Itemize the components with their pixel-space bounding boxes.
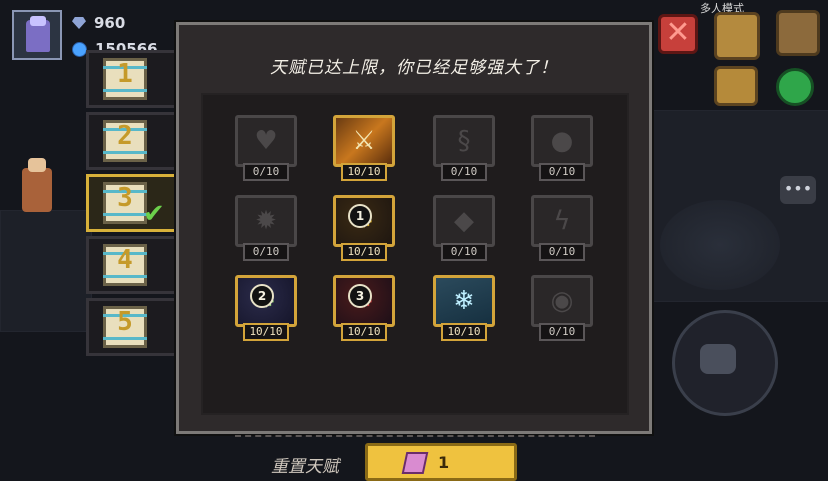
talent-frame: ⚔ [333,115,395,167]
frost-icon: ❄ [453,286,475,316]
level-tab-number: 4 [117,245,133,275]
talent-frame: ⚙1 [333,195,395,247]
gem-icon [72,17,86,29]
green-face-icon[interactable] [776,68,814,106]
talent-frame: ⚙3 [333,275,395,327]
talent-level: 0/10 [243,163,289,181]
talent-level: 10/10 [341,243,387,261]
talent-badge: 3 [348,284,372,308]
level-tab-3[interactable]: 3 ✔ [86,174,180,232]
talent-slot[interactable]: ◉ 0/10 [531,275,593,345]
talent-grid: ♥0/10⚔10/10§0/10●0/10✹0/10⚙110/10◆0/10ϟ0… [201,93,629,481]
divider [235,435,595,437]
talent-level: 0/10 [243,243,289,261]
crystal-icon [401,452,429,474]
panel-title: 天赋已达上限，你已经足够强大了！ [270,58,558,78]
talent-slot[interactable]: ✹ 0/10 [235,195,297,265]
level-tab-5[interactable]: 5 [86,298,180,356]
talent-frame: ◆ [433,195,495,247]
talent-slot[interactable]: ⚙110/10 [333,195,395,265]
gem-counter: 960 [72,14,125,32]
multiplayer-button[interactable] [714,12,760,60]
talent-frame: ◉ [531,275,593,327]
talent-slot[interactable]: § 0/10 [433,115,495,185]
coin-icon [72,41,87,57]
level-tab-number: 2 [117,121,133,151]
sword-icon: ⚔ [352,126,376,156]
level-tab-1[interactable]: 1 [86,50,180,108]
reset-talent-button[interactable]: 1 [365,443,517,481]
talent-frame: ϟ [531,195,593,247]
player-avatar[interactable] [12,10,62,60]
talent-badge: 1 [348,204,372,228]
floor-shadow [660,200,780,290]
talent-slot[interactable]: ⚙310/10 [333,275,395,345]
diamond-icon: ◆ [454,206,474,236]
talent-slot[interactable]: ❄ 10/10 [433,275,495,345]
level-tab-number: 3 [117,183,133,213]
talent-slot[interactable]: ϟ 0/10 [531,195,593,265]
trophy-icon[interactable] [714,66,758,106]
gift-icon[interactable] [776,10,820,56]
talent-frame: ❄ [433,275,495,327]
talent-level: 0/10 [441,243,487,261]
talent-slot[interactable]: ⚙210/10 [235,275,297,345]
talent-frame: ⚙2 [235,275,297,327]
talent-level: 0/10 [539,163,585,181]
talent-slot[interactable]: ♥ 0/10 [235,115,297,185]
emote-button[interactable] [700,344,736,374]
talent-level: 0/10 [539,243,585,261]
talent-slot[interactable]: ● 0/10 [531,115,593,185]
talent-panel: 天赋已达上限，你已经足够强大了！ ♥ 0/10 ⚔ 10/10 § 0/10 ● 0/10 ✹ 0… [174,20,654,481]
close-button[interactable]: ✕ [658,14,698,54]
talent-level: 0/10 [539,323,585,341]
talent-frame: ♥ [235,115,297,167]
level-tab-4[interactable]: 4 [86,236,180,294]
gem-count: 960 [94,14,126,32]
chat-bubble-icon[interactable]: ••• [780,176,816,204]
heart-icon: ♥ [254,126,278,156]
lightning-icon: ϟ [553,206,571,236]
swirl-icon: § [457,126,471,156]
talent-frame: ✹ [235,195,297,247]
player-character [22,158,52,212]
talent-level: 10/10 [243,323,289,341]
reset-cost: 1 [438,453,450,472]
talent-level: 10/10 [441,323,487,341]
bomb-icon: ✹ [255,206,277,236]
talent-slot[interactable]: ◆ 0/10 [433,195,495,265]
talent-level: 10/10 [341,163,387,181]
talent-frame: § [433,115,495,167]
eye-icon: ◉ [550,286,574,316]
drop-icon: ● [550,126,574,156]
talent-level: 10/10 [341,323,387,341]
talent-frame: ● [531,115,593,167]
talent-level: 0/10 [441,163,487,181]
checkmark-icon: ✔ [143,199,165,229]
level-tab-number: 5 [117,307,133,337]
level-tab-number: 1 [117,59,133,89]
floor-tile [0,210,92,332]
talent-slot[interactable]: ⚔ 10/10 [333,115,395,185]
talent-badge: 2 [250,284,274,308]
level-tab-2[interactable]: 2 [86,112,180,170]
